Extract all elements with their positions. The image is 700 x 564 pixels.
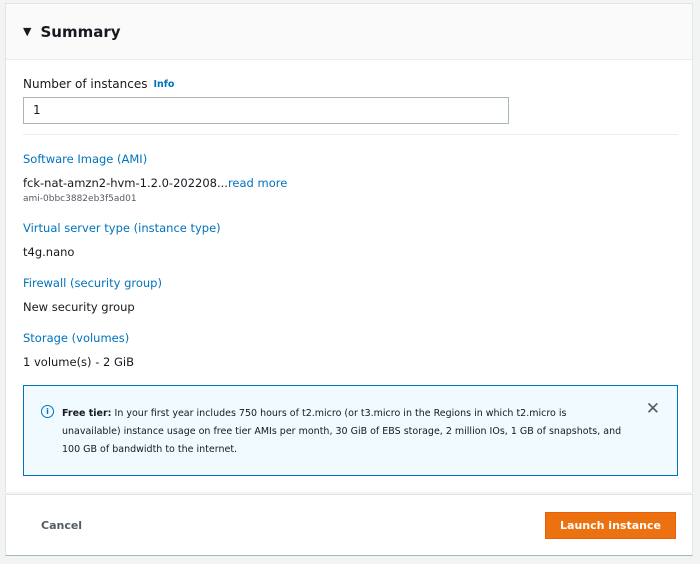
close-icon[interactable]: ✕ [646, 399, 660, 419]
cancel-button[interactable]: Cancel [41, 519, 82, 532]
instance-type-label[interactable]: Virtual server type (instance type) [23, 221, 675, 235]
storage-value: 1 volume(s) - 2 GiB [23, 355, 134, 369]
storage-label[interactable]: Storage (volumes) [23, 331, 675, 345]
instance-type-value: t4g.nano [23, 245, 75, 259]
ami-label[interactable]: Software Image (AMI) [23, 152, 675, 166]
info-link[interactable]: Info [154, 79, 175, 90]
summary-title: Summary [40, 22, 121, 41]
ami-name: fck-nat-amzn2-hvm-1.2.0-202208... [23, 176, 228, 190]
divider [23, 134, 678, 135]
alert-text: Free tier: In your first year includes 7… [62, 405, 622, 459]
instances-label: Number of instances [23, 77, 148, 91]
summary-panel: ▼ Summary Number of instances Info 1 Sof… [5, 3, 693, 492]
ami-id: ami-0bbc3882eb3f5ad01 [23, 194, 137, 204]
caret-down-icon[interactable]: ▼ [23, 25, 31, 38]
summary-header[interactable]: ▼ Summary [6, 4, 692, 60]
firewall-value: New security group [23, 300, 135, 314]
footer: Cancel Launch instance [5, 494, 693, 556]
ami-value: fck-nat-amzn2-hvm-1.2.0-202208...read mo… [23, 176, 675, 190]
instances-input[interactable]: 1 [23, 97, 509, 124]
info-icon: i [41, 405, 54, 418]
alert-body: In your first year includes 750 hours of… [62, 408, 622, 455]
firewall-label[interactable]: Firewall (security group) [23, 276, 675, 290]
alert-title: Free tier: [62, 408, 112, 419]
read-more-link[interactable]: read more [228, 176, 287, 190]
launch-instance-button[interactable]: Launch instance [545, 512, 676, 539]
free-tier-alert: i Free tier: In your first year includes… [23, 385, 678, 476]
